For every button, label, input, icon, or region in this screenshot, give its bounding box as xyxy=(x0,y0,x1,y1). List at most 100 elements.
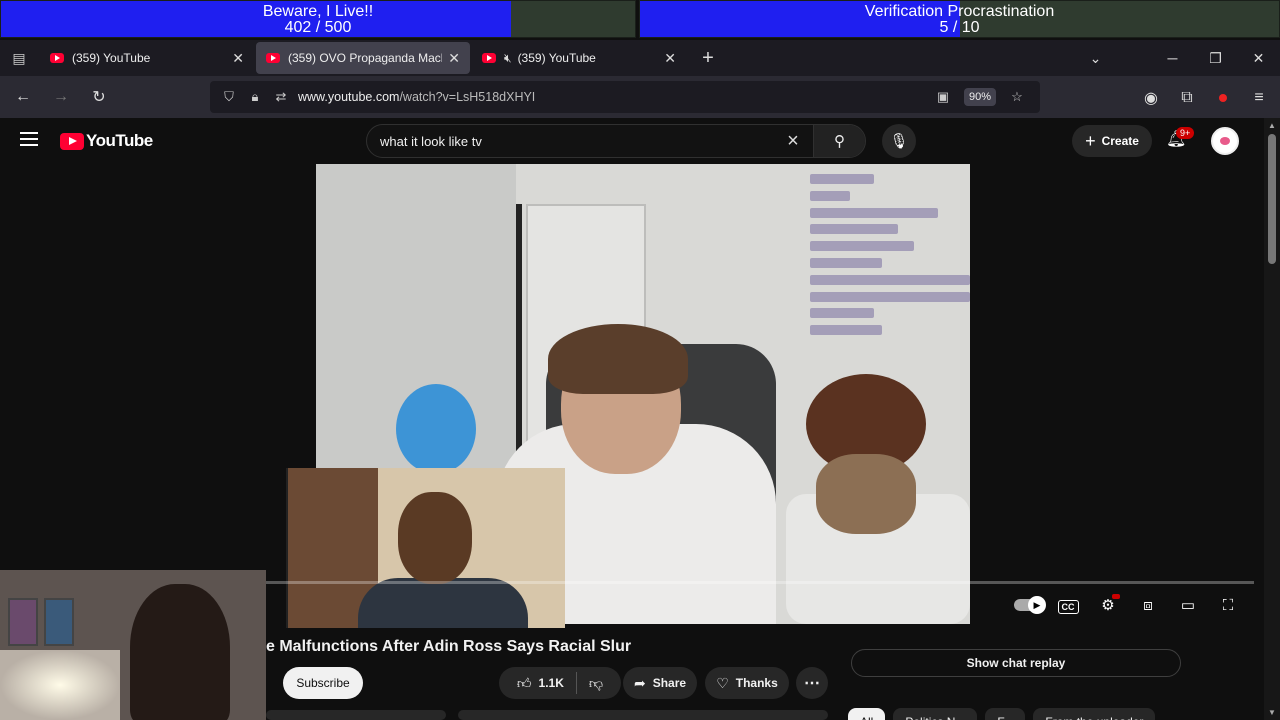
picture-blocked-icon[interactable]: ▣ xyxy=(930,89,956,105)
video-progress-bar[interactable] xyxy=(266,581,1254,584)
webcam-scene-frame-1 xyxy=(8,598,38,646)
screen: Beware, I Live!! 402 / 500 Verification … xyxy=(0,0,1280,720)
fullscreen-icon[interactable]: ⛶ xyxy=(1208,597,1248,614)
description-preview xyxy=(266,710,446,720)
reload-icon[interactable]: ↻ xyxy=(82,80,116,114)
youtube-logo-text: YouTube xyxy=(86,131,153,150)
url-path: /watch?v=LsH518dXHYI xyxy=(399,90,536,104)
show-chat-replay-button[interactable]: Show chat replay xyxy=(851,649,1181,677)
captions-button[interactable]: CC xyxy=(1048,597,1088,614)
scrollbar-thumb[interactable] xyxy=(1268,134,1276,264)
more-actions-icon[interactable]: ⋯ xyxy=(796,667,828,699)
gear-icon[interactable]: ⚙ xyxy=(1088,594,1128,614)
speaker-muted-icon[interactable]: 🔇︎ xyxy=(504,51,512,66)
share-button[interactable]: ➦ Share xyxy=(623,667,697,699)
new-tab-button[interactable]: + xyxy=(692,47,724,70)
url-bar[interactable]: ⛉ 🔒︎ ⇄ www.youtube.com/watch?v=LsH518dXH… xyxy=(210,81,1040,113)
youtube-logo[interactable]: YouTube xyxy=(60,131,153,151)
zoom-level[interactable]: 90% xyxy=(963,88,996,106)
goal-bar-verification: Verification Procrastination 5 / 10 xyxy=(639,0,1280,38)
tab-label: (359) YouTube xyxy=(517,51,596,65)
tab-youtube-2[interactable]: 🔇︎ (359) YouTube ✕ xyxy=(472,42,686,74)
bookmark-star-icon[interactable]: ☆ xyxy=(1004,89,1030,105)
plus-icon: + xyxy=(1085,130,1096,151)
close-icon[interactable]: ✕ xyxy=(232,50,244,67)
video-scene-bear-body xyxy=(816,454,916,534)
url-host: www.youtube.com xyxy=(298,90,400,104)
video-scene-hair xyxy=(548,324,688,394)
description-preview xyxy=(458,710,828,720)
like-count[interactable]: 1.1K xyxy=(539,676,564,690)
autoplay-toggle[interactable] xyxy=(1014,596,1046,614)
facecam-scene-head xyxy=(398,492,472,584)
youtube-header: YouTube what it look like tv × ⚲ 🎙︎ + Cr… xyxy=(0,118,1264,164)
minimize-icon[interactable]: ─ xyxy=(1151,50,1194,66)
menu-icon[interactable]: ≡ xyxy=(1244,81,1274,115)
subscribe-button[interactable]: Subscribe xyxy=(283,667,363,699)
extensions-icon[interactable]: ⧉ xyxy=(1172,81,1202,115)
tab-youtube-1[interactable]: (359) YouTube ✕ xyxy=(40,42,254,74)
stream-chat-overlay xyxy=(810,174,970,342)
hamburger-menu-icon[interactable] xyxy=(20,132,38,150)
player-controls: CC ⚙ ⧈ ▭ ⛶ xyxy=(1014,594,1248,616)
scroll-up-icon[interactable]: ▲ xyxy=(1268,121,1276,130)
chevron-down-icon[interactable]: ⌄ xyxy=(1074,50,1117,67)
tab-ovo-propaganda[interactable]: (359) OVO Propaganda Machine ✕ xyxy=(256,42,470,74)
nav-bar: ← → ↻ ⛉ 🔒︎ ⇄ www.youtube.com/watch?v=LsH… xyxy=(0,76,1280,118)
search-icon[interactable]: ⚲ xyxy=(813,125,865,157)
window-controls: ⌄ ─ ❐ ✕ xyxy=(1074,50,1280,67)
heart-dollar-icon: ♡ xyxy=(716,674,729,691)
tab-label: (359) YouTube xyxy=(72,51,151,65)
video-title: e Malfunctions After Adin Ross Says Raci… xyxy=(266,638,632,655)
divider xyxy=(575,672,577,694)
close-icon[interactable]: ✕ xyxy=(448,50,460,67)
notification-badge: 9+ xyxy=(1176,127,1195,139)
extension-record-icon[interactable] xyxy=(1208,81,1238,115)
goal-bar-text: Beware, I Live!! 402 / 500 xyxy=(1,4,635,36)
video-scene-blue-plush xyxy=(396,384,476,474)
restore-icon[interactable]: ❐ xyxy=(1194,50,1237,67)
create-label: Create xyxy=(1101,134,1139,148)
chip-politics[interactable]: Politics N... xyxy=(893,708,978,720)
arrow-left-icon[interactable]: ← xyxy=(6,80,40,114)
youtube-favicon-icon xyxy=(266,53,280,63)
search-box: what it look like tv × ⚲ xyxy=(366,124,866,158)
chip-f[interactable]: F... xyxy=(985,708,1026,720)
youtube-favicon-icon xyxy=(482,53,496,63)
goal-progress: 5 / 10 xyxy=(939,19,980,36)
page-scrollbar[interactable]: ▲ ▼ xyxy=(1264,118,1280,720)
tab-list-icon[interactable]: ▤ xyxy=(0,40,38,76)
streamer-webcam xyxy=(0,570,266,720)
close-window-icon[interactable]: ✕ xyxy=(1237,50,1280,67)
avatar[interactable] xyxy=(1211,127,1239,155)
webcam-scene-person xyxy=(130,584,230,720)
url-bar-actions: ▣ 90% ☆ xyxy=(930,88,1040,106)
webcam-scene-light xyxy=(0,650,120,720)
permissions-icon[interactable]: ⇄ xyxy=(268,89,294,105)
url-text[interactable]: www.youtube.com/watch?v=LsH518dXHYI xyxy=(298,90,535,104)
tab-label: (359) OVO Propaganda Machine xyxy=(288,51,442,65)
goal-bar-text: Verification Procrastination 5 / 10 xyxy=(640,4,1279,36)
thanks-label: Thanks xyxy=(735,676,778,690)
lock-icon[interactable]: 🔒︎ xyxy=(242,89,268,105)
share-label: Share xyxy=(652,676,687,690)
account-icon[interactable]: ◉ xyxy=(1136,81,1166,115)
thumbs-down-icon[interactable]: 👎︎ xyxy=(589,675,603,692)
goal-title: Verification Procrastination xyxy=(864,3,1055,20)
theater-mode-icon[interactable]: ▭ xyxy=(1168,596,1208,614)
thumbs-up-icon[interactable]: 👍︎ xyxy=(517,675,532,692)
thanks-button[interactable]: ♡ Thanks xyxy=(705,667,789,699)
youtube-play-icon xyxy=(60,132,84,150)
arrow-right-icon[interactable]: → xyxy=(44,80,78,114)
miniplayer-icon[interactable]: ⧈ xyxy=(1128,597,1168,614)
scroll-down-icon[interactable]: ▼ xyxy=(1268,708,1276,717)
clear-icon[interactable]: × xyxy=(773,130,813,153)
search-input[interactable]: what it look like tv xyxy=(367,134,773,149)
create-button[interactable]: + Create xyxy=(1072,125,1152,157)
chip-all[interactable]: All xyxy=(848,708,886,720)
close-icon[interactable]: ✕ xyxy=(664,50,676,67)
webcam-scene-frame-2 xyxy=(44,598,74,646)
shield-icon[interactable]: ⛉ xyxy=(216,89,242,105)
chip-from-uploader[interactable]: From the uploader xyxy=(1033,708,1156,720)
microphone-icon[interactable]: 🎙︎ xyxy=(882,124,916,158)
